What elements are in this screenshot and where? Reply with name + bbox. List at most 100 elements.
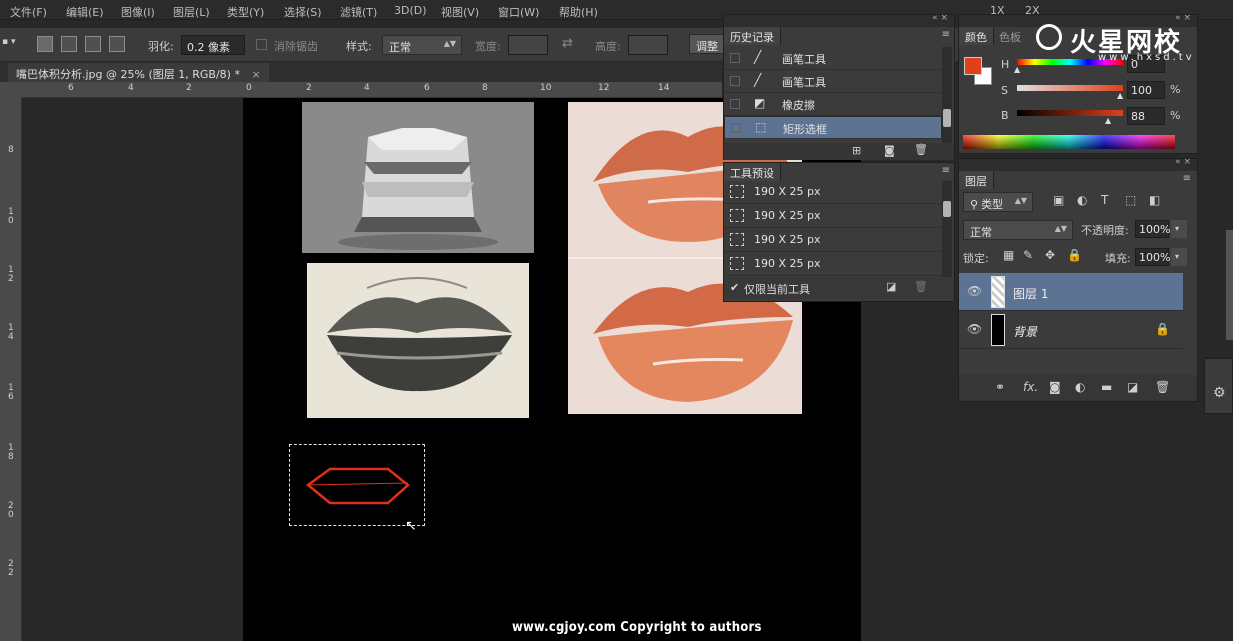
pixel-filter-icon[interactable]: ▣ <box>1053 193 1064 207</box>
collapse-icon[interactable]: « × <box>1175 157 1191 167</box>
add-selection-button[interactable] <box>61 36 77 52</box>
panel-menu-icon[interactable]: ≡ <box>942 29 950 40</box>
tab-history[interactable]: 历史记录 <box>724 27 781 45</box>
history-item-label: 画笔工具 <box>782 53 826 66</box>
tool-dropdown[interactable]: ▪ ▾ <box>2 37 15 47</box>
history-source-checkbox[interactable] <box>730 53 740 63</box>
shape-filter-icon[interactable]: ⬚ <box>1125 193 1136 207</box>
ruler-tick: 4 <box>128 83 134 93</box>
subtract-selection-button[interactable] <box>85 36 101 52</box>
feather-input[interactable]: 0.2 像素 <box>181 35 245 55</box>
style-select[interactable]: 正常 ▲▼ <box>382 35 462 55</box>
smart-object-filter-icon[interactable]: ◧ <box>1149 193 1160 207</box>
history-source-checkbox[interactable] <box>730 76 740 86</box>
saturation-slider[interactable] <box>1017 85 1123 91</box>
history-scrollbar[interactable] <box>942 47 952 143</box>
menu-item[interactable]: 窗口(W) <box>498 4 539 20</box>
tab-layers[interactable]: 图层 <box>959 171 994 189</box>
document-tab[interactable]: 嘴巴体积分析.jpg @ 25% (图层 1, RGB/8) * × <box>8 63 269 82</box>
height-input[interactable] <box>628 35 668 55</box>
layer-row[interactable]: 👁 图层 1 <box>959 273 1183 311</box>
antialias-checkbox[interactable] <box>256 39 267 50</box>
layer-row[interactable]: 👁 背景 🔒 <box>959 311 1183 349</box>
lock-transparent-icon[interactable]: ▦ <box>1003 248 1014 262</box>
opacity-dropdown-icon[interactable]: ▾ <box>1171 220 1187 238</box>
group-icon[interactable]: ▬ <box>1101 380 1112 394</box>
history-item[interactable]: ⬚ 矩形选框 <box>724 116 942 139</box>
properties-icon[interactable]: ⚙ <box>1213 385 1226 401</box>
mask-icon[interactable]: ◙ <box>1049 380 1061 394</box>
lock-all-icon[interactable]: 🔒 <box>1067 248 1082 262</box>
new-document-icon[interactable]: ⊞ <box>852 144 861 157</box>
layer-filter-select[interactable]: ⚲ 类型 ▲▼ <box>963 192 1033 212</box>
history-source-checkbox[interactable] <box>731 123 741 133</box>
adjustment-filter-icon[interactable]: ◐ <box>1077 193 1087 207</box>
lips-outline-drawing <box>305 467 410 505</box>
tab-tool-presets[interactable]: 工具预设 <box>724 163 781 181</box>
hue-slider-thumb[interactable]: ▲ <box>1014 65 1020 74</box>
marquee-icon: ⬚ <box>755 120 767 134</box>
link-layers-icon[interactable]: ⚭ <box>995 380 1005 394</box>
lock-icon[interactable]: 🔒 <box>1155 322 1170 336</box>
width-input[interactable] <box>508 35 548 55</box>
panel-menu-icon[interactable]: ≡ <box>1183 173 1191 184</box>
fill-input[interactable]: 100% <box>1135 248 1170 266</box>
brightness-slider-thumb[interactable]: ▲ <box>1105 116 1111 125</box>
history-item[interactable]: ◩ 橡皮擦 <box>724 93 942 116</box>
selection-marquee[interactable] <box>289 444 425 526</box>
trash-icon[interactable]: 🗑 <box>914 143 928 156</box>
tab-swatches[interactable]: 色板 <box>999 29 1021 45</box>
preset-item[interactable]: 190 X 25 px <box>724 253 942 276</box>
ruler-tick: 0 <box>246 83 252 93</box>
layer-name[interactable]: 图层 1 <box>1013 285 1048 302</box>
eye-icon[interactable]: 👁 <box>967 322 982 336</box>
menu-item[interactable]: 类型(Y) <box>227 4 264 20</box>
swap-icon[interactable]: ⇄ <box>562 36 573 51</box>
panel-menu-icon[interactable]: ≡ <box>942 165 950 176</box>
fill-dropdown-icon[interactable]: ▾ <box>1171 248 1187 266</box>
close-tab-icon[interactable]: × <box>251 68 260 81</box>
saturation-slider-thumb[interactable]: ▲ <box>1117 91 1123 100</box>
opacity-input[interactable]: 100% <box>1135 220 1170 238</box>
history-source-checkbox[interactable] <box>730 99 740 109</box>
adjustment-layer-icon[interactable]: ◐ <box>1075 380 1085 394</box>
lock-paint-icon[interactable]: ✎ <box>1023 248 1033 262</box>
brightness-input[interactable]: 88 <box>1127 107 1165 125</box>
new-preset-icon[interactable]: ◪ <box>886 280 896 293</box>
history-item[interactable]: ╱ 画笔工具 <box>724 70 942 93</box>
menu-item[interactable]: 文件(F) <box>10 4 47 20</box>
preset-item[interactable]: 190 X 25 px <box>724 181 942 204</box>
preset-item[interactable]: 190 X 25 px <box>724 229 942 252</box>
new-selection-button[interactable] <box>37 36 53 52</box>
history-item-label: 橡皮擦 <box>782 99 815 112</box>
trash-icon[interactable]: 🗑 <box>914 280 928 293</box>
menu-item[interactable]: 视图(V) <box>441 4 479 20</box>
menu-item[interactable]: 滤镜(T) <box>340 4 377 20</box>
menu-item[interactable]: 3D(D) <box>394 4 427 17</box>
intersect-selection-button[interactable] <box>109 36 125 52</box>
presets-scrollbar[interactable] <box>942 181 952 277</box>
preset-item[interactable]: 190 X 25 px <box>724 205 942 228</box>
menu-item[interactable]: 编辑(E) <box>66 4 104 20</box>
menu-item[interactable]: 选择(S) <box>284 4 322 20</box>
blend-mode-select[interactable]: 正常 ▲▼ <box>963 220 1073 240</box>
tab-color[interactable]: 颜色 <box>959 27 994 45</box>
check-icon[interactable]: ✔ <box>730 281 739 294</box>
menu-item[interactable]: 图像(I) <box>121 4 155 20</box>
menu-item[interactable]: 帮助(H) <box>559 4 598 20</box>
menu-item[interactable]: 图层(L) <box>173 4 210 20</box>
color-ramp[interactable] <box>963 135 1175 149</box>
right-scrollbar[interactable] <box>1226 230 1233 340</box>
lock-move-icon[interactable]: ✥ <box>1045 248 1055 262</box>
fx-icon[interactable]: fx. <box>1023 380 1038 394</box>
eye-icon[interactable]: 👁 <box>967 284 982 298</box>
history-item[interactable]: ╱ 画笔工具 <box>724 47 942 70</box>
type-filter-icon[interactable]: T <box>1101 193 1108 207</box>
collapse-icon[interactable]: « × <box>932 13 948 23</box>
snapshot-icon[interactable]: ◙ <box>884 144 895 157</box>
new-layer-icon[interactable]: ◪ <box>1127 380 1138 394</box>
saturation-input[interactable]: 100 <box>1127 81 1165 99</box>
delete-layer-icon[interactable]: 🗑 <box>1155 380 1170 394</box>
foreground-color-swatch[interactable] <box>964 57 982 75</box>
presets-footer: ✔ 仅限当前工具 ◪ 🗑 <box>724 277 954 299</box>
